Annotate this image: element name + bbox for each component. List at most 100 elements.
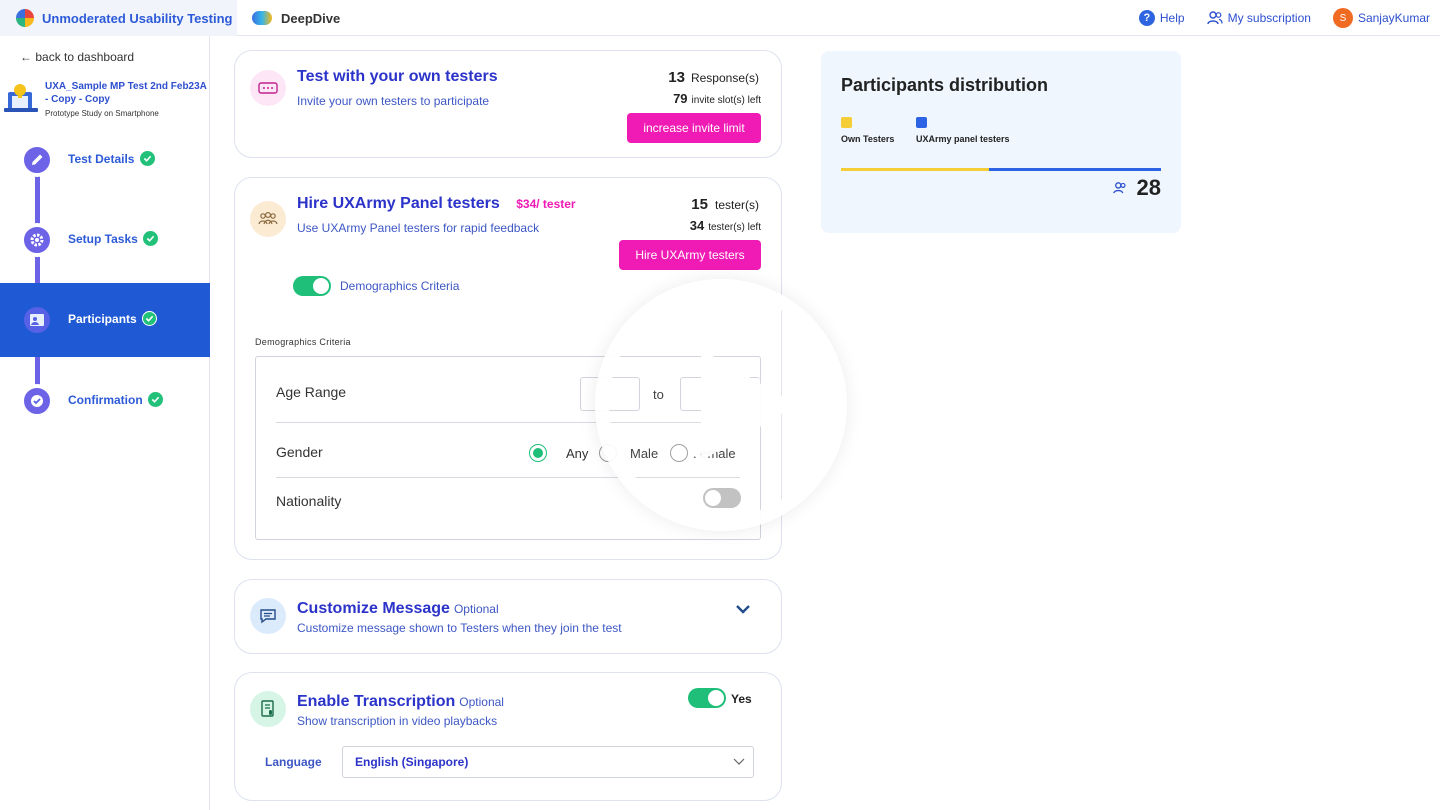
- transcription-toggle-label: Yes: [731, 692, 752, 706]
- slots-label: invite slot(s) left: [691, 95, 761, 106]
- top-bar: Unmoderated Usability Testing DeepDive ?…: [0, 0, 1440, 36]
- avatar: S: [1332, 8, 1353, 28]
- smartphone-prototype-icon: [4, 84, 38, 112]
- own-testers-card: Test with your own testers Invite your o…: [234, 50, 782, 158]
- hire-uxarmy-testers-button[interactable]: Hire UXArmy testers: [619, 240, 761, 270]
- step-participants[interactable]: Participants: [0, 283, 210, 357]
- optional-label: Optional: [459, 695, 504, 709]
- transcription-card: Enable Transcription Optional Show transc…: [234, 672, 782, 801]
- uxarmy-logo-icon: [16, 9, 34, 27]
- arrow-left-icon: ←: [20, 50, 36, 64]
- help-link[interactable]: ? Help: [1138, 10, 1185, 26]
- subscription-label: My subscription: [1227, 11, 1311, 25]
- price-per-tester: $34/ tester: [516, 197, 576, 211]
- step-label: Participants: [68, 312, 137, 326]
- responses-number: 13: [668, 69, 685, 86]
- step-label: Confirmation: [68, 393, 143, 407]
- testers-left: 34 tester(s) left: [690, 218, 761, 233]
- nationality-label: Nationality: [276, 493, 342, 509]
- invite-icon: [250, 70, 286, 106]
- gender-any-radio[interactable]: [529, 444, 547, 462]
- demographics-toggle[interactable]: [293, 276, 331, 296]
- panel-testers-title: Hire UXArmy Panel testers $34/ tester: [297, 195, 576, 213]
- step-circle: [20, 303, 54, 337]
- project-title: UXA_Sample MP Test 2nd Feb23A - Copy - C…: [45, 81, 207, 105]
- project-info: UXA_Sample MP Test 2nd Feb23A - Copy - C…: [4, 80, 210, 120]
- language-label: Language: [265, 755, 322, 769]
- user-menu[interactable]: S SanjayKumar: [1332, 8, 1430, 28]
- group-icon: [250, 201, 286, 237]
- tab-label: DeepDive: [281, 10, 341, 26]
- step-test-details[interactable]: Test Details: [0, 123, 210, 197]
- step-setup-tasks[interactable]: Setup Tasks: [0, 203, 210, 277]
- gear-icon: [30, 233, 44, 247]
- total-number: 28: [1136, 175, 1161, 200]
- step-circle: [20, 143, 54, 177]
- gender-any-label: Any: [566, 446, 589, 461]
- transcription-icon: [250, 691, 286, 727]
- total-participants: 28: [1112, 175, 1161, 201]
- testers-label: tester(s): [714, 198, 759, 212]
- customize-message-subtitle: Customize message shown to Testers when …: [297, 621, 622, 635]
- transcription-title-text: Enable Transcription: [297, 693, 456, 710]
- play-icon: [701, 349, 797, 461]
- transcription-toggle[interactable]: [688, 688, 726, 708]
- step-circle: [20, 223, 54, 257]
- chevron-down-icon: [733, 758, 745, 765]
- increase-invite-limit-button[interactable]: increase invite limit: [627, 113, 761, 143]
- check-circle-icon: [142, 311, 157, 326]
- distribution-title: Participants distribution: [841, 75, 1049, 95]
- own-testers-subtitle: Invite your own testers to participate: [297, 94, 490, 108]
- transcription-subtitle: Show transcription in video playbacks: [297, 714, 498, 728]
- legend-ux-swatch: [916, 117, 927, 128]
- check-circle-icon: [143, 231, 158, 246]
- panel-title-text: Hire UXArmy Panel testers: [297, 195, 500, 212]
- testers-count: 15 tester(s): [691, 196, 759, 213]
- tab-unmoderated-usability-testing[interactable]: Unmoderated Usability Testing: [0, 0, 237, 36]
- users-icon: [1112, 182, 1126, 194]
- demographics-heading: Demographics Criteria: [255, 337, 351, 347]
- optional-label: Optional: [453, 602, 499, 616]
- users-icon: [1206, 11, 1223, 25]
- transcription-title: Enable Transcription Optional: [297, 693, 504, 711]
- tab-label: Unmoderated Usability Testing: [42, 10, 233, 26]
- language-value: English (Singapore): [355, 755, 469, 769]
- customize-message-title: Customize Message Optional: [297, 600, 499, 618]
- back-to-dashboard-link[interactable]: ← back to dashboard: [20, 50, 134, 64]
- help-icon: ?: [1138, 10, 1155, 26]
- step-label: Setup Tasks: [68, 232, 138, 246]
- uxarmy-testers-bar: [989, 168, 1161, 171]
- pencil-icon: [32, 154, 43, 165]
- help-label: Help: [1159, 11, 1185, 25]
- responses-label: Response(s): [690, 71, 759, 85]
- own-testers-title: Test with your own testers: [297, 68, 498, 85]
- subscription-link[interactable]: My subscription: [1206, 11, 1311, 25]
- customize-title-text: Customize Message: [297, 600, 450, 617]
- slots-number: 79: [673, 91, 688, 106]
- back-label: back to dashboard: [35, 50, 135, 64]
- customize-message-card[interactable]: Customize Message Optional Customize mess…: [234, 579, 782, 654]
- panel-testers-subtitle: Use UXArmy Panel testers for rapid feedb…: [297, 221, 540, 235]
- deepdive-logo-icon: [252, 11, 272, 25]
- legend-ux-label: UXArmy panel testers: [916, 134, 1010, 144]
- step-circle: [20, 384, 54, 418]
- participants-distribution-panel: Participants distribution Own Testers UX…: [821, 51, 1181, 233]
- left-label: tester(s) left: [708, 222, 761, 233]
- user-name: SanjayKumar: [1357, 11, 1430, 25]
- legend-own-swatch: [841, 117, 852, 128]
- sidebar: ← back to dashboard UXA_Sample MP Test 2…: [0, 36, 210, 810]
- testers-number: 15: [691, 196, 708, 213]
- left-number: 34: [689, 218, 705, 233]
- top-right-menu: ? Help My subscription S SanjayKumar: [1117, 0, 1430, 36]
- check-circle-icon: [148, 392, 163, 407]
- invite-slots-left: 79 invite slot(s) left: [673, 91, 761, 106]
- age-range-label: Age Range: [276, 384, 347, 400]
- tab-deepdive[interactable]: DeepDive: [252, 0, 340, 36]
- message-icon: [250, 598, 286, 634]
- gender-label: Gender: [276, 444, 323, 460]
- step-confirmation[interactable]: Confirmation: [0, 364, 210, 438]
- video-play-button[interactable]: [595, 279, 847, 531]
- chevron-down-icon[interactable]: [735, 604, 751, 614]
- language-select[interactable]: English (Singapore): [342, 746, 754, 778]
- own-testers-bar: [841, 168, 989, 171]
